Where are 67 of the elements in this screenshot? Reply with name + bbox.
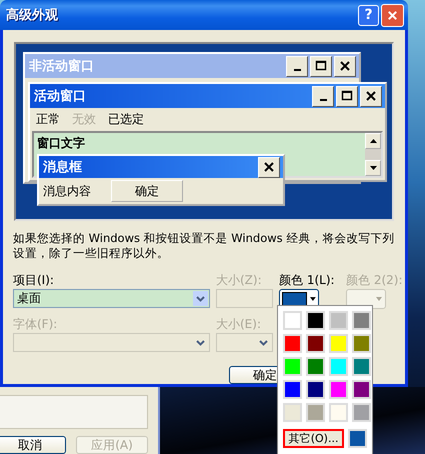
color-swatch[interactable] — [352, 403, 371, 422]
minimize-button[interactable] — [312, 86, 334, 106]
down-arrow-icon — [370, 166, 376, 170]
field-label: 大小(E): — [216, 316, 262, 333]
close-button[interactable] — [360, 86, 382, 106]
chevron-down-icon — [196, 340, 205, 346]
window-title: 消息框 — [43, 159, 83, 176]
color-swatch[interactable] — [283, 403, 302, 422]
color-swatch[interactable] — [329, 357, 348, 376]
field-label: 颜色 2(2): — [346, 272, 402, 289]
close-icon — [262, 160, 276, 174]
close-icon — [338, 59, 352, 73]
maximize-icon — [314, 59, 328, 73]
color-swatch[interactable] — [352, 334, 371, 353]
window-title: 高级外观 — [6, 6, 59, 24]
other-colors-button[interactable]: 其它(O)... — [283, 429, 344, 448]
minimize-icon — [320, 99, 326, 101]
color-swatch[interactable] — [306, 403, 325, 422]
color-swatch[interactable] — [329, 334, 348, 353]
info-text: 如果您选择的 Windows 和按钮设置不是 Windows 经典，将会改写下列设置，除了一些旧程序以外。 — [13, 231, 396, 261]
color-swatch[interactable] — [283, 311, 302, 330]
dropdown-button[interactable] — [193, 291, 208, 306]
maximize-button[interactable] — [310, 56, 332, 76]
scroll-down-button[interactable] — [365, 160, 381, 176]
color-swatch[interactable] — [329, 403, 348, 422]
field-label: 颜色 1(L): — [279, 272, 336, 289]
menu-item[interactable]: 已选定 — [108, 111, 144, 128]
color-swatch[interactable] — [283, 334, 302, 353]
dropdown-field[interactable]: 桌面 — [13, 289, 210, 308]
window-title: 非活动窗口 — [29, 58, 95, 75]
dialog-button[interactable]: 取消 — [0, 436, 66, 454]
menu-item[interactable]: 正常 — [36, 111, 60, 128]
ok-button[interactable]: 确定 — [111, 180, 183, 202]
help-button[interactable]: ? — [358, 4, 379, 26]
color-swatch[interactable] — [352, 357, 371, 376]
color-swatch[interactable] — [329, 380, 348, 399]
message-text: 消息内容 — [43, 182, 91, 200]
up-arrow-icon — [370, 139, 376, 143]
color-swatch[interactable] — [283, 357, 302, 376]
color-swatch[interactable] — [306, 380, 325, 399]
field-label: 字体(F): — [13, 316, 58, 333]
color-swatch[interactable] — [306, 311, 325, 330]
field-label: 大小(Z): — [216, 272, 263, 289]
window-text: 窗口文字 — [37, 135, 85, 152]
scroll-up-button[interactable] — [365, 133, 381, 149]
color-swatch[interactable] — [306, 357, 325, 376]
minimize-button[interactable] — [286, 56, 308, 76]
dropdown-arrow-icon — [310, 297, 316, 301]
dropdown-arrow-icon — [376, 297, 382, 301]
color-swatch[interactable] — [352, 380, 371, 399]
close-button[interactable] — [258, 156, 280, 178]
color-swatch[interactable] — [283, 380, 302, 399]
close-icon — [364, 89, 378, 103]
maximize-button[interactable] — [336, 86, 358, 106]
color-swatch[interactable] — [348, 429, 367, 448]
scrollbar[interactable] — [365, 133, 381, 176]
color-swatch[interactable] — [306, 334, 325, 353]
window-title: 活动窗口 — [34, 88, 87, 105]
color-swatch[interactable] — [329, 311, 348, 330]
field-label: 项目(I): — [13, 272, 55, 289]
color-swatch[interactable] — [352, 311, 371, 330]
chevron-down-icon — [259, 340, 268, 346]
chevron-down-icon — [196, 296, 205, 302]
minimize-icon — [294, 69, 300, 71]
maximize-icon — [340, 89, 354, 103]
close-icon — [386, 8, 399, 22]
close-button[interactable] — [334, 56, 356, 76]
